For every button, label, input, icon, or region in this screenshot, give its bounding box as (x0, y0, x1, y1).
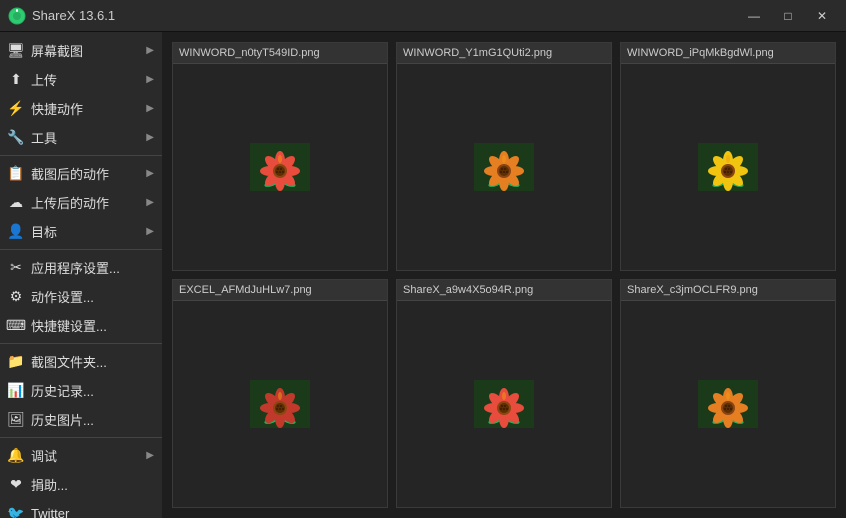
thumbnail-card[interactable]: WINWORD_Y1mG1QUti2.png (396, 42, 612, 271)
window-controls: — □ ✕ (738, 2, 838, 30)
thumbnail-preview (173, 64, 387, 270)
debug-arrow-icon: ▶ (146, 450, 154, 461)
app-settings-label: 应用程序设置... (31, 258, 154, 277)
sidebar-item-screenshot[interactable]: 🖥 屏幕截图▶ (0, 36, 162, 65)
sidebar-item-tools[interactable]: 🔧 工具▶ (0, 123, 162, 152)
thumbnail-card[interactable]: WINWORD_iPqMkBgdWl.png (620, 42, 836, 271)
flower-image (698, 380, 758, 428)
flower-image (474, 380, 534, 428)
screenshot-label: 屏幕截图 (31, 41, 144, 60)
thumbnail-card[interactable]: EXCEL_AFMdJuHLw7.png (172, 279, 388, 508)
screenshot-folder-icon: 📁 (6, 353, 26, 371)
sidebar-item-donate[interactable]: ❤ 捐助... (0, 470, 162, 499)
thumbnail-preview (397, 64, 611, 270)
divider-8 (0, 249, 162, 250)
target-icon: 👤 (6, 223, 26, 241)
screenshot-folder-label: 截图文件夹... (31, 352, 154, 371)
after-upload-icon: ☁ (6, 194, 26, 212)
action-settings-icon: ⚙ (6, 288, 26, 306)
thumbnail-preview (397, 301, 611, 507)
sidebar-item-quick-action[interactable]: ⚡ 快捷动作▶ (0, 94, 162, 123)
upload-arrow-icon: ▶ (146, 74, 154, 85)
quick-action-icon: ⚡ (6, 100, 26, 118)
after-capture-label: 截图后的动作 (31, 164, 144, 183)
main-layout: 🖥屏幕截图▶⬆上传▶⚡快捷动作▶🔧工具▶📋截图后的动作▶☁上传后的动作▶👤目标▶… (0, 32, 846, 518)
after-capture-arrow-icon: ▶ (146, 168, 154, 179)
thumbnail-card[interactable]: ShareX_a9w4X5o94R.png (396, 279, 612, 508)
thumbnail-filename: WINWORD_n0tyT549ID.png (173, 43, 387, 64)
sidebar-item-debug[interactable]: 🔔 调试▶ (0, 441, 162, 470)
donate-label: 捐助... (31, 475, 154, 494)
action-settings-label: 动作设置... (31, 287, 154, 306)
sidebar-item-twitter[interactable]: 🐦 Twitter (0, 499, 162, 518)
target-arrow-icon: ▶ (146, 226, 154, 237)
thumbnail-filename: ShareX_a9w4X5o94R.png (397, 280, 611, 301)
twitter-icon: 🐦 (6, 504, 26, 518)
upload-label: 上传 (31, 70, 144, 89)
sidebar-item-target[interactable]: 👤 目标▶ (0, 217, 162, 246)
maximize-button[interactable]: □ (772, 2, 804, 30)
donate-icon: ❤ (6, 476, 26, 494)
screenshot-icon: 🖥 (6, 42, 26, 60)
divider-4 (0, 155, 162, 156)
app-title: ShareX 13.6.1 (32, 8, 738, 23)
image-history-label: 历史图片... (31, 410, 154, 429)
upload-icon: ⬆ (6, 71, 26, 89)
sidebar-item-after-upload[interactable]: ☁ 上传后的动作▶ (0, 188, 162, 217)
debug-icon: 🔔 (6, 447, 26, 465)
history-label: 历史记录... (31, 381, 154, 400)
tools-label: 工具 (31, 128, 144, 147)
thumbnail-grid: WINWORD_n0tyT549ID.png (162, 32, 846, 518)
sidebar-item-app-settings[interactable]: ✂ 应用程序设置... (0, 253, 162, 282)
after-capture-icon: 📋 (6, 165, 26, 183)
flower-image (250, 143, 310, 191)
sidebar-item-hotkey-settings[interactable]: ⌨ 快捷键设置... (0, 311, 162, 340)
divider-12 (0, 343, 162, 344)
sidebar-item-after-capture[interactable]: 📋 截图后的动作▶ (0, 159, 162, 188)
titlebar: ShareX 13.6.1 — □ ✕ (0, 0, 846, 32)
thumbnail-filename: WINWORD_iPqMkBgdWl.png (621, 43, 835, 64)
divider-16 (0, 437, 162, 438)
quick-action-label: 快捷动作 (31, 99, 144, 118)
app-icon (8, 7, 26, 25)
flower-image (698, 143, 758, 191)
flower-image (474, 143, 534, 191)
thumbnail-card[interactable]: ShareX_c3jmOCLFR9.png (620, 279, 836, 508)
thumbnail-filename: WINWORD_Y1mG1QUti2.png (397, 43, 611, 64)
flower-image (250, 380, 310, 428)
sidebar: 🖥屏幕截图▶⬆上传▶⚡快捷动作▶🔧工具▶📋截图后的动作▶☁上传后的动作▶👤目标▶… (0, 32, 162, 518)
minimize-button[interactable]: — (738, 2, 770, 30)
twitter-label: Twitter (31, 506, 154, 518)
sidebar-item-upload[interactable]: ⬆ 上传▶ (0, 65, 162, 94)
hotkey-settings-label: 快捷键设置... (31, 316, 154, 335)
thumbnail-preview (173, 301, 387, 507)
thumbnail-filename: ShareX_c3jmOCLFR9.png (621, 280, 835, 301)
tools-arrow-icon: ▶ (146, 132, 154, 143)
app-settings-icon: ✂ (6, 259, 26, 277)
tools-icon: 🔧 (6, 129, 26, 147)
after-upload-arrow-icon: ▶ (146, 197, 154, 208)
thumbnail-preview (621, 301, 835, 507)
after-upload-label: 上传后的动作 (31, 193, 144, 212)
target-label: 目标 (31, 222, 144, 241)
history-icon: 📊 (6, 382, 26, 400)
thumbnail-card[interactable]: WINWORD_n0tyT549ID.png (172, 42, 388, 271)
close-button[interactable]: ✕ (806, 2, 838, 30)
quick-action-arrow-icon: ▶ (146, 103, 154, 114)
thumbnail-filename: EXCEL_AFMdJuHLw7.png (173, 280, 387, 301)
debug-label: 调试 (31, 446, 144, 465)
thumbnail-preview (621, 64, 835, 270)
sidebar-item-image-history[interactable]: 🖼 历史图片... (0, 405, 162, 434)
sidebar-item-action-settings[interactable]: ⚙ 动作设置... (0, 282, 162, 311)
sidebar-item-history[interactable]: 📊 历史记录... (0, 376, 162, 405)
screenshot-arrow-icon: ▶ (146, 45, 154, 56)
sidebar-item-screenshot-folder[interactable]: 📁 截图文件夹... (0, 347, 162, 376)
image-history-icon: 🖼 (6, 411, 26, 429)
hotkey-settings-icon: ⌨ (6, 317, 26, 335)
